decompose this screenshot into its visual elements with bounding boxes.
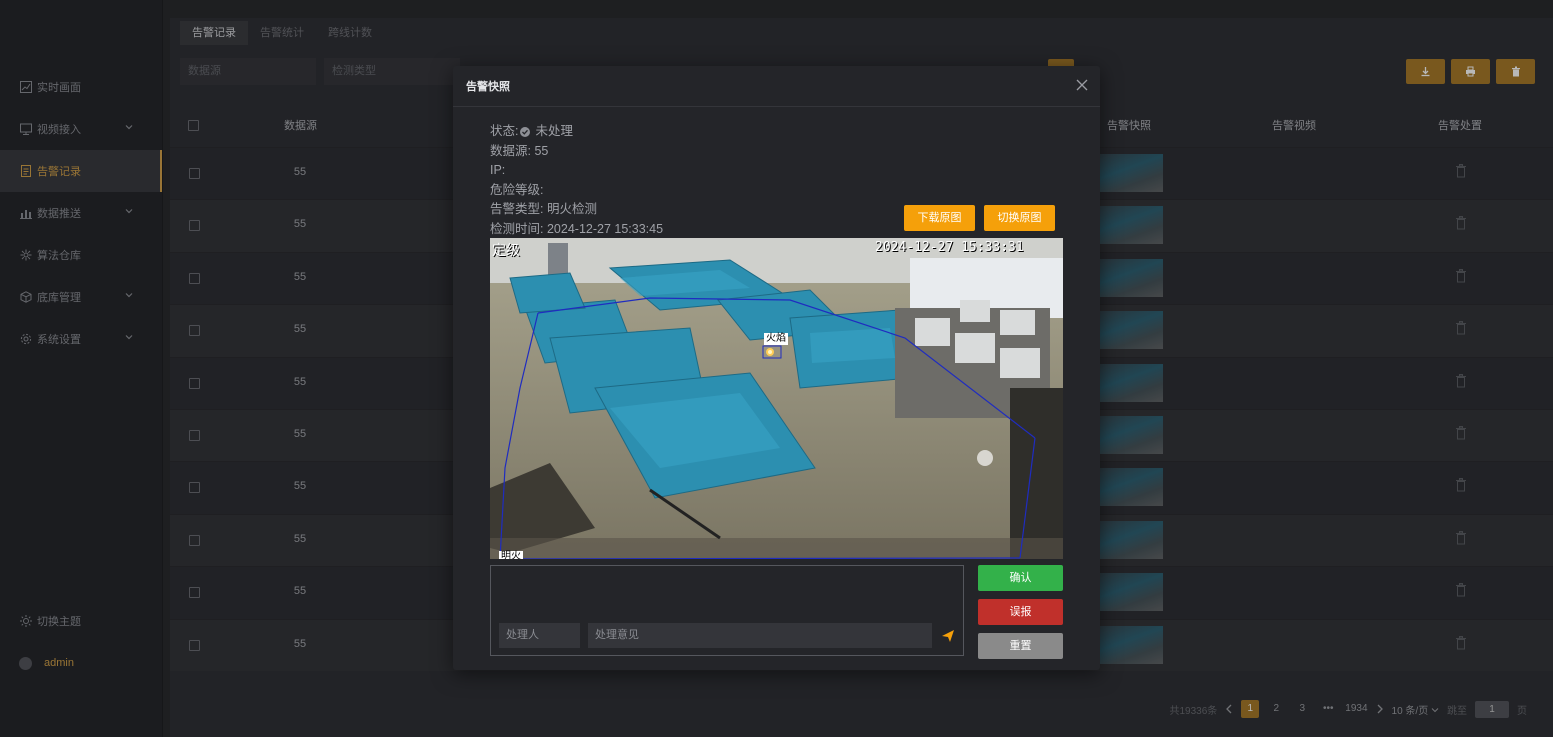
- close-icon[interactable]: [1076, 79, 1088, 91]
- risk-label: 危险等级:: [490, 182, 544, 197]
- handler-input[interactable]: 处理人: [499, 623, 580, 648]
- camera-channel-label: 定级: [492, 243, 520, 259]
- time-label: 检测时间:: [490, 221, 544, 236]
- ip-label: IP:: [490, 163, 506, 177]
- false-alarm-button[interactable]: 误报: [978, 599, 1063, 625]
- modal-title: 告警快照: [466, 81, 510, 93]
- detection-label: 火焰: [764, 333, 788, 345]
- download-original-button[interactable]: 下载原图: [904, 205, 975, 231]
- confirm-button[interactable]: 确认: [978, 565, 1063, 591]
- type-value: 明火检测: [546, 202, 597, 216]
- camera-timestamp: 2024-12-27 15:33:31: [875, 240, 1024, 255]
- alarm-snapshot-modal: 告警快照 状态: 未处理 数据源: 55 IP: 危险等级: 告警类型: 明火检…: [453, 66, 1100, 670]
- alarm-info: 状态: 未处理 数据源: 55 IP: 危险等级: 告警类型: 明火检测 检测时…: [490, 122, 663, 239]
- source-label: 数据源:: [490, 143, 531, 158]
- source-line: 数据源: 55: [490, 142, 663, 162]
- ip-line: IP:: [490, 161, 663, 181]
- source-value: 55: [534, 143, 549, 158]
- status-value: 未处理: [535, 124, 573, 138]
- type-label: 告警类型:: [490, 202, 544, 216]
- alarm-snapshot-image: 定级 2024-12-27 15:33:31 火焰 明火: [490, 238, 1063, 559]
- time-value: 2024-12-27 15:33:45: [546, 221, 664, 236]
- type-line: 告警类型: 明火检测: [490, 200, 663, 220]
- status-label: 状态:: [490, 124, 519, 138]
- check-circle-icon: [520, 126, 531, 137]
- opinion-input[interactable]: 处理意见: [588, 623, 932, 648]
- status-line: 状态: 未处理: [490, 122, 663, 142]
- warehouse-scene: [490, 238, 1063, 559]
- time-line: 检测时间: 2024-12-27 15:33:45: [490, 220, 663, 240]
- region-label: 明火: [499, 551, 523, 559]
- modal-header: 告警快照: [453, 66, 1100, 107]
- reset-button[interactable]: 重置: [978, 633, 1063, 659]
- risk-line: 危险等级:: [490, 181, 663, 201]
- send-icon[interactable]: [941, 629, 955, 643]
- handle-form: 处理人 处理意见: [490, 565, 964, 656]
- switch-original-button[interactable]: 切换原图: [984, 205, 1055, 231]
